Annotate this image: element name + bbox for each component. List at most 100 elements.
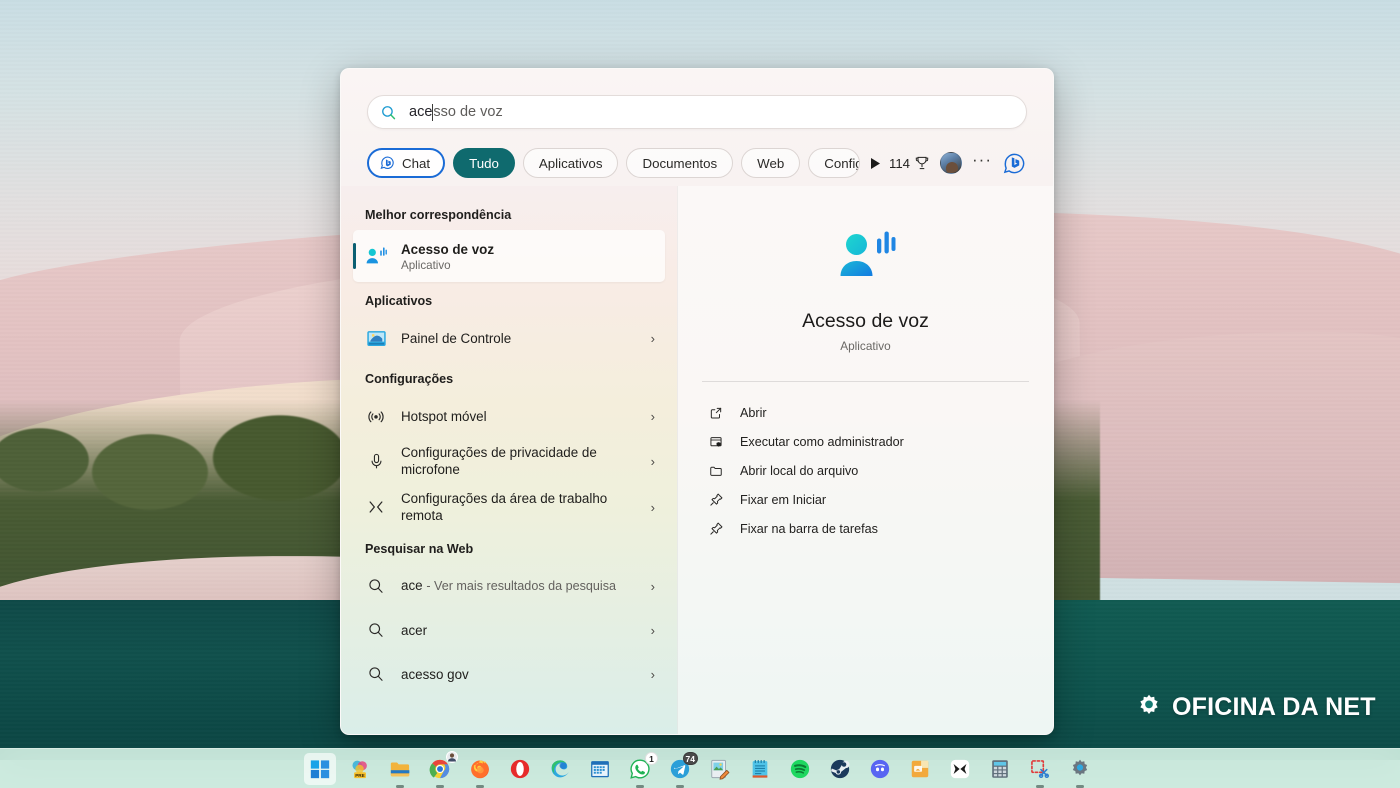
- taskbar-item-capcut[interactable]: [944, 753, 976, 785]
- result-text: Acesso de voz Aplicativo: [401, 241, 655, 272]
- play-arrow-icon: [870, 157, 881, 170]
- open-external-icon: [708, 405, 724, 421]
- running-indicator: [1036, 785, 1044, 788]
- search-icon: [363, 661, 389, 687]
- taskbar-item-chrome[interactable]: [424, 753, 456, 785]
- result-area-trabalho-remota[interactable]: Configurações da área de trabalho remota…: [353, 484, 665, 530]
- result-acesso-de-voz[interactable]: Acesso de voz Aplicativo: [353, 230, 665, 282]
- taskbar-item-edge[interactable]: [544, 753, 576, 785]
- action-label: Abrir: [740, 406, 767, 420]
- chevron-right-icon[interactable]: ›: [641, 331, 655, 346]
- taskbar-item-telegram[interactable]: 74: [664, 753, 696, 785]
- action-abrir-local-do-arquivo[interactable]: Abrir local do arquivo: [702, 456, 1029, 485]
- photo-editor-icon: [709, 758, 731, 780]
- search-body: Melhor correspondência Acesso de voz: [341, 186, 1053, 734]
- result-title: acesso gov: [401, 666, 641, 683]
- taskbar-item-whatsapp[interactable]: 1: [624, 753, 656, 785]
- search-icon: [363, 573, 389, 599]
- taskbar-item-firefox[interactable]: [464, 753, 496, 785]
- chevron-right-icon[interactable]: ›: [641, 500, 655, 515]
- chip-web[interactable]: Web: [741, 148, 800, 178]
- taskbar-item-spotify[interactable]: [784, 753, 816, 785]
- chip-aplicativos-label: Aplicativos: [539, 156, 603, 171]
- spotify-icon: [789, 758, 811, 780]
- header-actions: 114 ···: [889, 151, 1027, 176]
- taskbar-item-calculator[interactable]: [984, 753, 1016, 785]
- chrome-profile-avatar: [446, 751, 458, 763]
- taskbar-item-office-pre[interactable]: PRE: [344, 753, 376, 785]
- chips-overflow-button[interactable]: [870, 152, 881, 174]
- result-title: Acesso de voz: [401, 241, 655, 258]
- taskbar-item-opera[interactable]: [504, 753, 536, 785]
- taskbar-item-settings[interactable]: [1064, 753, 1096, 785]
- chip-chat[interactable]: Chat: [367, 148, 445, 178]
- taskbar-item-snipping-tool[interactable]: [1024, 753, 1056, 785]
- chip-tudo[interactable]: Tudo: [453, 148, 515, 178]
- result-subtitle: Aplicativo: [401, 259, 655, 272]
- chip-web-label: Web: [757, 156, 784, 171]
- taskbar-item-discord[interactable]: [864, 753, 896, 785]
- notification-badge: 74: [683, 752, 698, 765]
- watermark-text: OFICINA DA NET: [1172, 693, 1376, 722]
- gear-icon: [1134, 692, 1164, 722]
- taskbar-item-steam[interactable]: [824, 753, 856, 785]
- result-privacidade-microfone[interactable]: Configurações de privacidade de microfon…: [353, 438, 665, 484]
- chevron-right-icon[interactable]: ›: [641, 667, 655, 682]
- more-options-button[interactable]: ···: [972, 155, 992, 171]
- taskbar-item-notepad[interactable]: [744, 753, 776, 785]
- result-hotspot-movel[interactable]: Hotspot móvel ›: [353, 394, 665, 438]
- result-text: acer: [401, 622, 641, 639]
- action-executar-como-administrador[interactable]: Executar como administrador: [702, 427, 1029, 456]
- chevron-right-icon[interactable]: ›: [641, 409, 655, 424]
- watermark: OFICINA DA NET: [1134, 692, 1376, 722]
- result-text: acesso gov: [401, 666, 641, 683]
- pin-icon: [708, 521, 724, 537]
- group-heading-best-match: Melhor correspondência: [353, 196, 665, 230]
- action-label: Executar como administrador: [740, 435, 904, 449]
- search-icon: [363, 617, 389, 643]
- action-label: Abrir local do arquivo: [740, 464, 858, 478]
- chevron-right-icon[interactable]: ›: [641, 579, 655, 594]
- chevron-right-icon[interactable]: ›: [641, 623, 655, 638]
- taskbar-item-impress[interactable]: [904, 753, 936, 785]
- running-indicator: [1076, 785, 1084, 788]
- chip-configuracoes-label: Configuraçõ: [824, 156, 860, 171]
- rewards-button[interactable]: 114: [889, 155, 930, 171]
- remote-desktop-icon: [363, 494, 389, 520]
- result-web-acesso-gov[interactable]: acesso gov ›: [353, 652, 665, 696]
- result-title: Configurações de privacidade de microfon…: [401, 444, 641, 478]
- preview-divider: [702, 381, 1029, 382]
- result-painel-de-controle[interactable]: Painel de Controle ›: [353, 316, 665, 360]
- result-title: Configurações da área de trabalho remota: [401, 490, 641, 524]
- microphone-icon: [363, 448, 389, 474]
- chip-configuracoes[interactable]: Configuraçõ: [808, 148, 860, 178]
- pin-icon: [708, 492, 724, 508]
- result-query-hint: - Ver mais resultados da pesquisa: [426, 579, 616, 593]
- results-list: Melhor correspondência Acesso de voz: [341, 186, 677, 734]
- calendar-icon: [589, 758, 611, 780]
- search-header: ace sso de voz Chat Tudo: [341, 69, 1053, 186]
- taskbar-item-calendar[interactable]: [584, 753, 616, 785]
- result-title: Hotspot móvel: [401, 408, 641, 425]
- taskbar-item-start[interactable]: [304, 753, 336, 785]
- running-indicator: [636, 785, 644, 788]
- search-input[interactable]: ace sso de voz: [367, 95, 1027, 129]
- chip-aplicativos[interactable]: Aplicativos: [523, 148, 619, 178]
- folder-icon: [708, 463, 724, 479]
- user-avatar[interactable]: [940, 152, 962, 174]
- search-flyout: ace sso de voz Chat Tudo: [340, 68, 1054, 735]
- taskbar-item-photo-editor[interactable]: [704, 753, 736, 785]
- result-title: acer: [401, 622, 641, 639]
- search-icon: [380, 104, 397, 121]
- bing-logo-icon[interactable]: [1002, 151, 1027, 176]
- action-abrir[interactable]: Abrir: [702, 398, 1029, 427]
- chevron-right-icon[interactable]: ›: [641, 454, 655, 469]
- notification-badge: 1: [645, 752, 658, 765]
- capcut-icon: [949, 758, 971, 780]
- chip-documentos[interactable]: Documentos: [626, 148, 733, 178]
- result-web-ace[interactable]: ace - Ver mais resultados da pesquisa ›: [353, 564, 665, 608]
- result-web-acer[interactable]: acer ›: [353, 608, 665, 652]
- action-fixar-em-iniciar[interactable]: Fixar em Iniciar: [702, 485, 1029, 514]
- taskbar-item-file-explorer[interactable]: [384, 753, 416, 785]
- action-fixar-na-barra-de-tarefas[interactable]: Fixar na barra de tarefas: [702, 514, 1029, 543]
